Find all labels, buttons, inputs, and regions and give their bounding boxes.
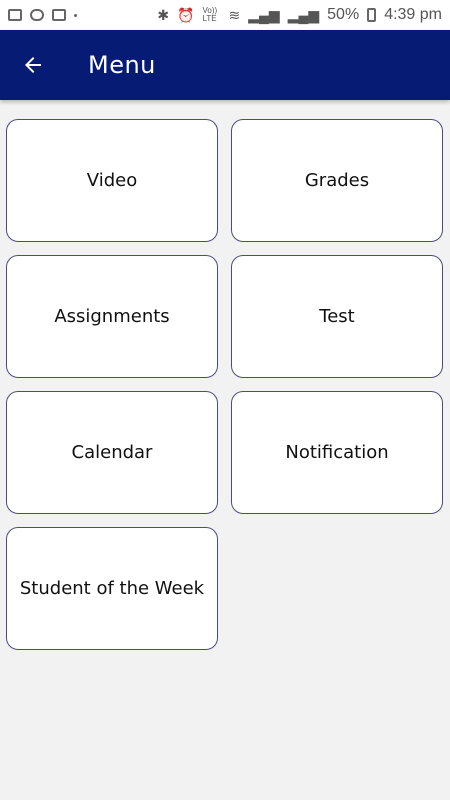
back-arrow-icon xyxy=(25,57,41,73)
more-notifications-icon xyxy=(74,13,77,17)
cloud-icon xyxy=(30,9,44,21)
menu-tile-grades[interactable]: Grades xyxy=(231,119,443,242)
status-bar-left xyxy=(8,9,77,21)
menu-tile-label: Notification xyxy=(285,442,389,463)
menu-tile-label: Assignments xyxy=(54,306,170,327)
status-time: 4:39 pm xyxy=(384,6,442,23)
battery-icon xyxy=(367,8,377,22)
menu-tile-student-of-the-week[interactable]: Student of the Week xyxy=(6,527,218,650)
menu-tile-calendar[interactable]: Calendar xyxy=(6,391,218,514)
page-title: Menu xyxy=(88,51,156,79)
menu-tile-notification[interactable]: Notification xyxy=(231,391,443,514)
back-button[interactable] xyxy=(18,50,48,80)
bluetooth-icon: ✱ xyxy=(157,6,170,23)
menu-tile-label: Student of the Week xyxy=(19,578,205,599)
menu-tile-label: Grades xyxy=(304,170,370,191)
news-icon xyxy=(52,9,66,21)
menu-tile-label: Video xyxy=(86,170,138,191)
volte-indicator: Vo)) LTE xyxy=(202,6,218,23)
battery-percent: 50% xyxy=(327,6,360,23)
status-bar-right: ✱ ⏰ Vo)) LTE ≋ ▂▄▆ ▂▄▆ 50% 4:39 pm xyxy=(157,6,442,24)
app-bar: Menu xyxy=(0,30,450,100)
menu-grid: Video Grades Assignments Test Calendar N… xyxy=(6,119,444,650)
alarm-icon: ⏰ xyxy=(177,6,195,23)
signal-2-icon: ▂▄▆ xyxy=(287,6,320,23)
gallery-icon xyxy=(8,9,22,21)
signal-icon: ▂▄▆ xyxy=(248,6,280,23)
status-bar: ✱ ⏰ Vo)) LTE ≋ ▂▄▆ ▂▄▆ 50% 4:39 pm xyxy=(0,0,450,30)
menu-tile-label: Calendar xyxy=(71,442,153,463)
wifi-icon: ≋ xyxy=(228,6,241,23)
menu-tile-test[interactable]: Test xyxy=(231,255,443,378)
menu-tile-video[interactable]: Video xyxy=(6,119,218,242)
menu-tile-label: Test xyxy=(319,306,355,327)
menu-tile-assignments[interactable]: Assignments xyxy=(6,255,218,378)
